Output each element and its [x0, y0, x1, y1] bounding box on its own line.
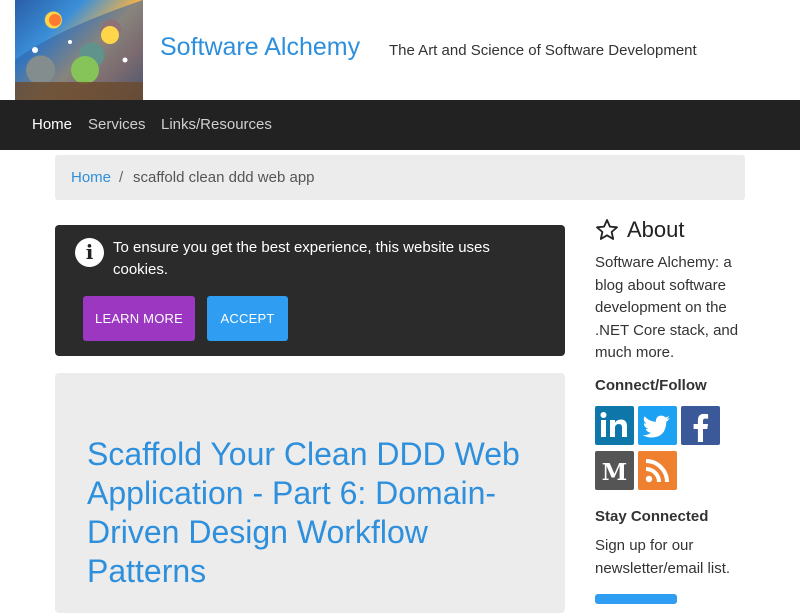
- accept-cookies-button[interactable]: ACCEPT: [207, 296, 288, 341]
- twitter-icon[interactable]: [638, 406, 677, 445]
- medium-icon[interactable]: M: [595, 451, 634, 490]
- site-header: Software Alchemy The Art and Science of …: [0, 0, 800, 100]
- connect-follow-heading: Connect/Follow: [595, 377, 707, 394]
- nav-item-links-resources[interactable]: Links/Resources: [161, 116, 272, 133]
- about-heading: About: [627, 217, 685, 242]
- main-navbar: Home Services Links/Resources: [0, 100, 800, 150]
- article-title-link[interactable]: Scaffold Your Clean DDD Web Application …: [87, 435, 547, 591]
- site-tagline: The Art and Science of Software Developm…: [389, 42, 697, 59]
- cookie-message: To ensure you get the best experience, t…: [113, 239, 490, 278]
- star-icon: [596, 219, 618, 240]
- site-title-link[interactable]: Software Alchemy: [160, 33, 360, 62]
- nav-item-home[interactable]: Home: [32, 116, 72, 133]
- learn-more-button[interactable]: LEARN MORE: [83, 296, 195, 341]
- facebook-icon[interactable]: [681, 406, 720, 445]
- svg-text:M: M: [602, 459, 627, 486]
- site-logo-image[interactable]: [15, 0, 143, 100]
- breadcrumb: Home / scaffold clean ddd web app: [55, 155, 745, 200]
- nav-item-services[interactable]: Services: [88, 116, 146, 133]
- newsletter-text: Sign up for our newsletter/email list.: [595, 537, 731, 577]
- article-card: Scaffold Your Clean DDD Web Application …: [55, 373, 565, 613]
- breadcrumb-current: scaffold clean ddd web app: [133, 169, 315, 186]
- info-icon: i: [75, 238, 104, 267]
- about-text: Software Alchemy: a blog about software …: [595, 254, 739, 361]
- stay-connected-heading: Stay Connected: [595, 508, 709, 525]
- rss-icon[interactable]: [638, 451, 677, 490]
- breadcrumb-home-link[interactable]: Home: [71, 169, 111, 186]
- linkedin-icon[interactable]: [595, 406, 634, 445]
- cookie-consent-banner: i To ensure you get the best experience,…: [55, 225, 565, 356]
- newsletter-signup-button[interactable]: [595, 594, 677, 604]
- breadcrumb-separator: /: [119, 169, 124, 186]
